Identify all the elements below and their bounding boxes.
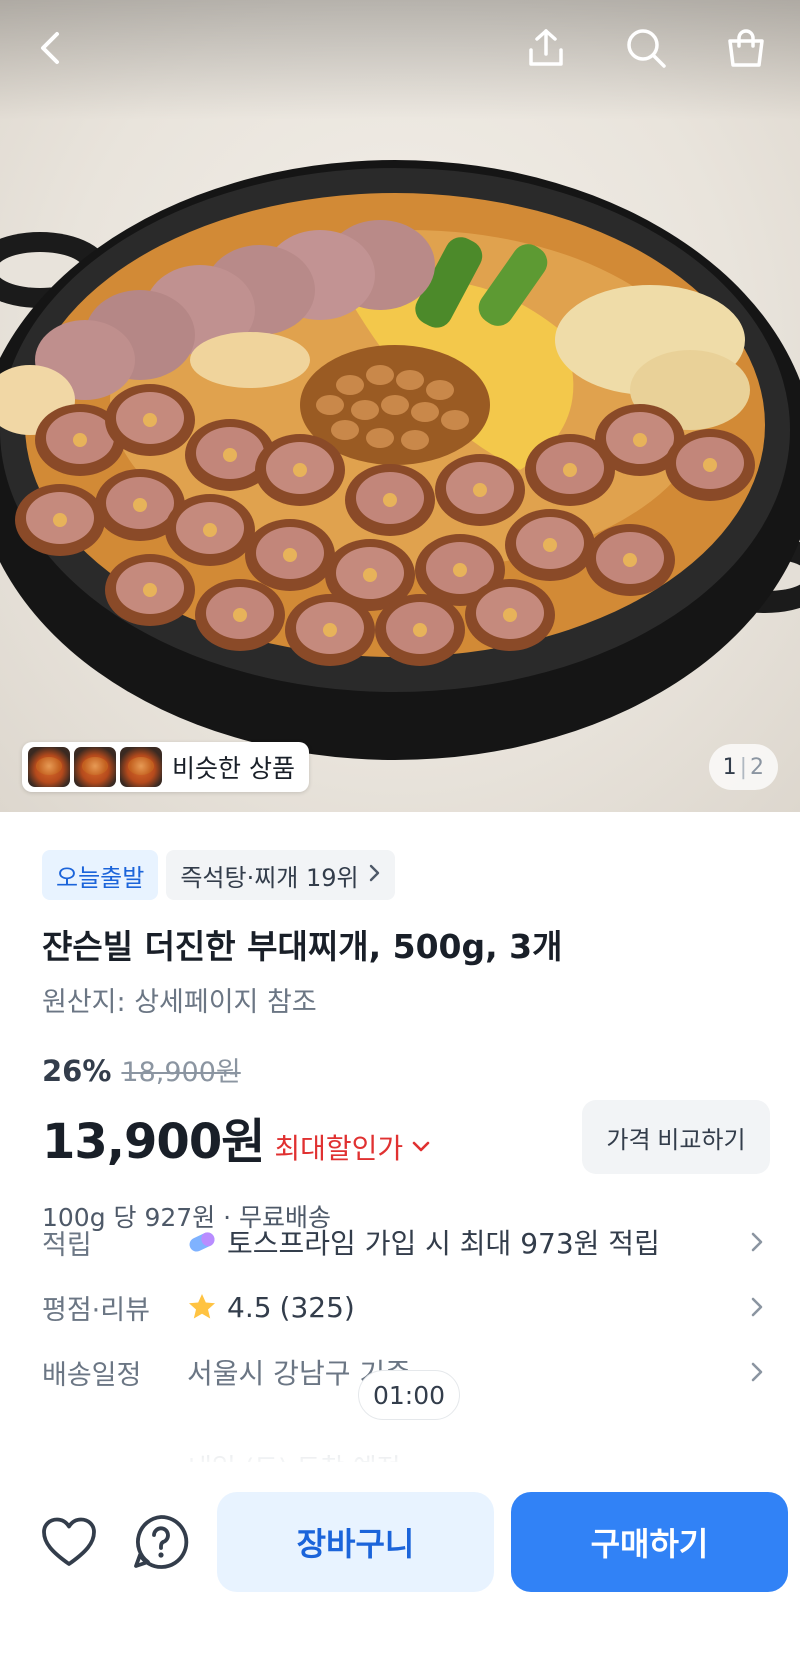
discount-rate: 26% xyxy=(42,1054,112,1088)
similar-products-chip[interactable]: 비슷한 상품 xyxy=(22,742,309,792)
chevron-down-icon xyxy=(412,1141,430,1152)
similar-products-label: 비슷한 상품 xyxy=(172,754,295,783)
product-origin: 원산지: 상세페이지 참조 xyxy=(42,987,317,1018)
category-ranking-badge[interactable]: 즉석탕·찌개 19위 xyxy=(166,850,395,900)
product-image-carousel[interactable]: 비슷한 상품 1 | 2 xyxy=(0,0,800,812)
delivery-value: 서울시 강남구 기준 xyxy=(187,1357,411,1390)
image-page-indicator: 1 | 2 xyxy=(708,744,778,790)
points-value: 토스프라임 가입 시 최대 973원 적립 xyxy=(227,1227,660,1260)
chevron-right-icon xyxy=(742,1231,772,1253)
today-shipping-label: 오늘출발 xyxy=(56,863,145,892)
shopping-bag-icon xyxy=(728,29,764,67)
points-label: 적립 xyxy=(42,1229,92,1261)
similar-product-thumbnail xyxy=(28,747,70,787)
page-separator: | xyxy=(739,754,747,780)
rating-score: 4.5 xyxy=(227,1290,272,1324)
countdown-timer: 01:00 xyxy=(358,1370,461,1420)
chevron-right-icon xyxy=(369,863,381,888)
compare-price-button[interactable]: 가격 비교하기 xyxy=(582,1100,770,1174)
search-icon xyxy=(627,29,666,68)
rating-label: 평점·리뷰 xyxy=(42,1294,150,1326)
ranking-label: 즉석탕·찌개 19위 xyxy=(180,863,359,892)
points-row[interactable]: 적립 토스프라임 가입 시 최대 973원 적립 xyxy=(42,1217,772,1267)
rating-review-row[interactable]: 평점·리뷰 4.5 (325) xyxy=(42,1282,772,1332)
heart-icon xyxy=(42,1517,96,1566)
buy-now-button[interactable]: 구매하기 xyxy=(511,1492,788,1592)
max-discount-toggle[interactable]: 최대할인가 xyxy=(274,1127,431,1167)
share-icon xyxy=(529,29,563,66)
price-row: 13,900원 최대할인가 xyxy=(42,1102,431,1172)
review-count: (325) xyxy=(279,1290,355,1324)
sale-price: 13,900원 xyxy=(42,1114,265,1170)
chevron-right-icon xyxy=(742,1361,772,1383)
back-button[interactable] xyxy=(22,18,82,78)
max-discount-label: 최대할인가 xyxy=(274,1132,404,1165)
points-value-wrap: 토스프라임 가입 시 최대 973원 적립 xyxy=(187,1222,742,1262)
add-to-cart-button[interactable]: 장바구니 xyxy=(217,1492,494,1592)
bottom-action-bar: 장바구니 구매하기 xyxy=(0,1462,800,1662)
search-button[interactable] xyxy=(616,18,676,78)
chevron-left-icon xyxy=(41,32,59,64)
wishlist-button[interactable] xyxy=(34,1507,104,1577)
page-current: 1 xyxy=(722,754,737,780)
similar-product-thumbnail xyxy=(120,747,162,787)
similar-product-thumbnail xyxy=(74,747,116,787)
star-icon xyxy=(187,1292,217,1322)
chevron-right-icon xyxy=(742,1296,772,1318)
share-button[interactable] xyxy=(516,18,576,78)
page-total: 2 xyxy=(750,754,764,780)
product-image xyxy=(0,160,800,760)
question-icon xyxy=(134,1515,189,1569)
inquiry-button[interactable] xyxy=(126,1507,196,1577)
badge-row: 오늘출발 즉석탕·찌개 19위 xyxy=(42,850,395,900)
delivery-label: 배송일정 xyxy=(42,1359,142,1391)
original-price: 18,900원 xyxy=(121,1057,241,1088)
rating-value-wrap: 4.5 (325) xyxy=(187,1291,742,1324)
product-title: 쟌슨빌 더진한 부대찌개, 500g, 3개 xyxy=(42,927,563,966)
discount-row: 26% 18,900원 xyxy=(42,1050,241,1089)
top-shade xyxy=(0,0,800,120)
prime-pill-icon xyxy=(187,1230,217,1254)
cart-button[interactable] xyxy=(716,18,776,78)
today-shipping-badge: 오늘출발 xyxy=(42,850,159,900)
